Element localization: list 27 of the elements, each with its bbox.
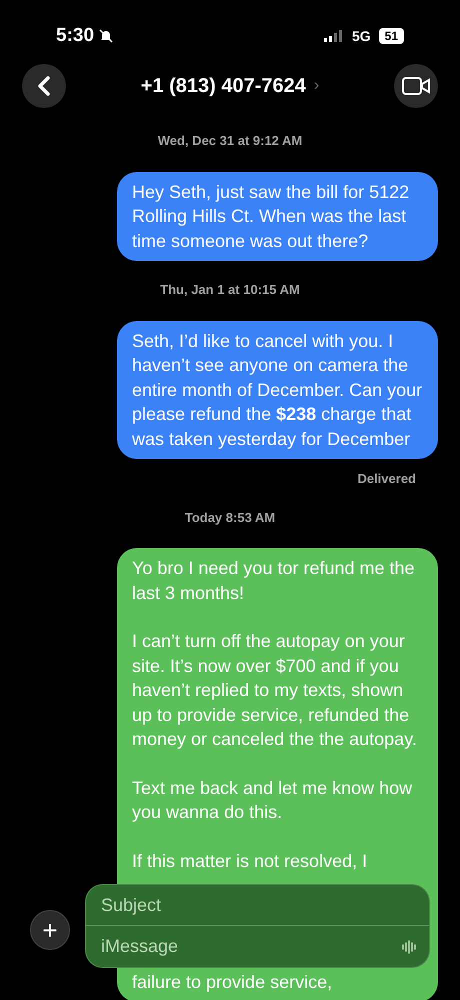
delivery-status: Delivered (357, 470, 416, 488)
message-timestamp: Wed, Dec 31 at 9:12 AM (158, 132, 302, 150)
contact-number[interactable]: +1 (813) 407-7624 (140, 71, 306, 101)
video-camera-icon (402, 77, 430, 95)
signal-icon (324, 30, 344, 42)
network-label: 5G (352, 26, 371, 46)
back-chevron-icon (35, 75, 53, 97)
message-text: If this matter is not resolved, I (132, 850, 368, 872)
video-call-button[interactable] (394, 64, 438, 108)
message-timestamp: Today 8:53 AM (184, 508, 276, 527)
message-text: Seth, I’d like to cancel with you. I haven’t see anyone on camera the entire month of December. Can your please refund the $238 charge that was taken yesterday for December (132, 330, 423, 451)
back-button[interactable] (22, 64, 66, 108)
imessage-field[interactable]: iMessage (85, 926, 430, 968)
message-text: Hey Seth, just saw the bill for 5122 Rolling Hills Ct. When was the last time someone was out there? (132, 180, 410, 252)
chevron-icon: › (314, 74, 320, 98)
add-attachment-button[interactable]: + (30, 910, 70, 950)
message-text: Text me back and let me know how you wanna do this. (132, 776, 414, 824)
clock-time: 5:30 (56, 24, 94, 48)
subject-input[interactable]: Subject (101, 891, 301, 919)
imessage-input[interactable]: iMessage (101, 932, 301, 960)
message-timestamp: Thu, Jan 1 at 10:15 AM (160, 281, 300, 299)
message-text: Yo bro I need you tor refund me the last 3 months! (132, 557, 416, 604)
battery-level: 51 (378, 28, 404, 44)
message-text: failure to provide service, (132, 971, 334, 994)
subject-field[interactable]: Subject (85, 884, 430, 926)
message-text: I can’t turn off the autopay on your site. It’s now over $700 and if you haven’t replied to my texts, shown up to provide service, refunded the money or canceled the the autopay. (132, 630, 418, 751)
voice-wave-icon[interactable] (401, 940, 417, 954)
